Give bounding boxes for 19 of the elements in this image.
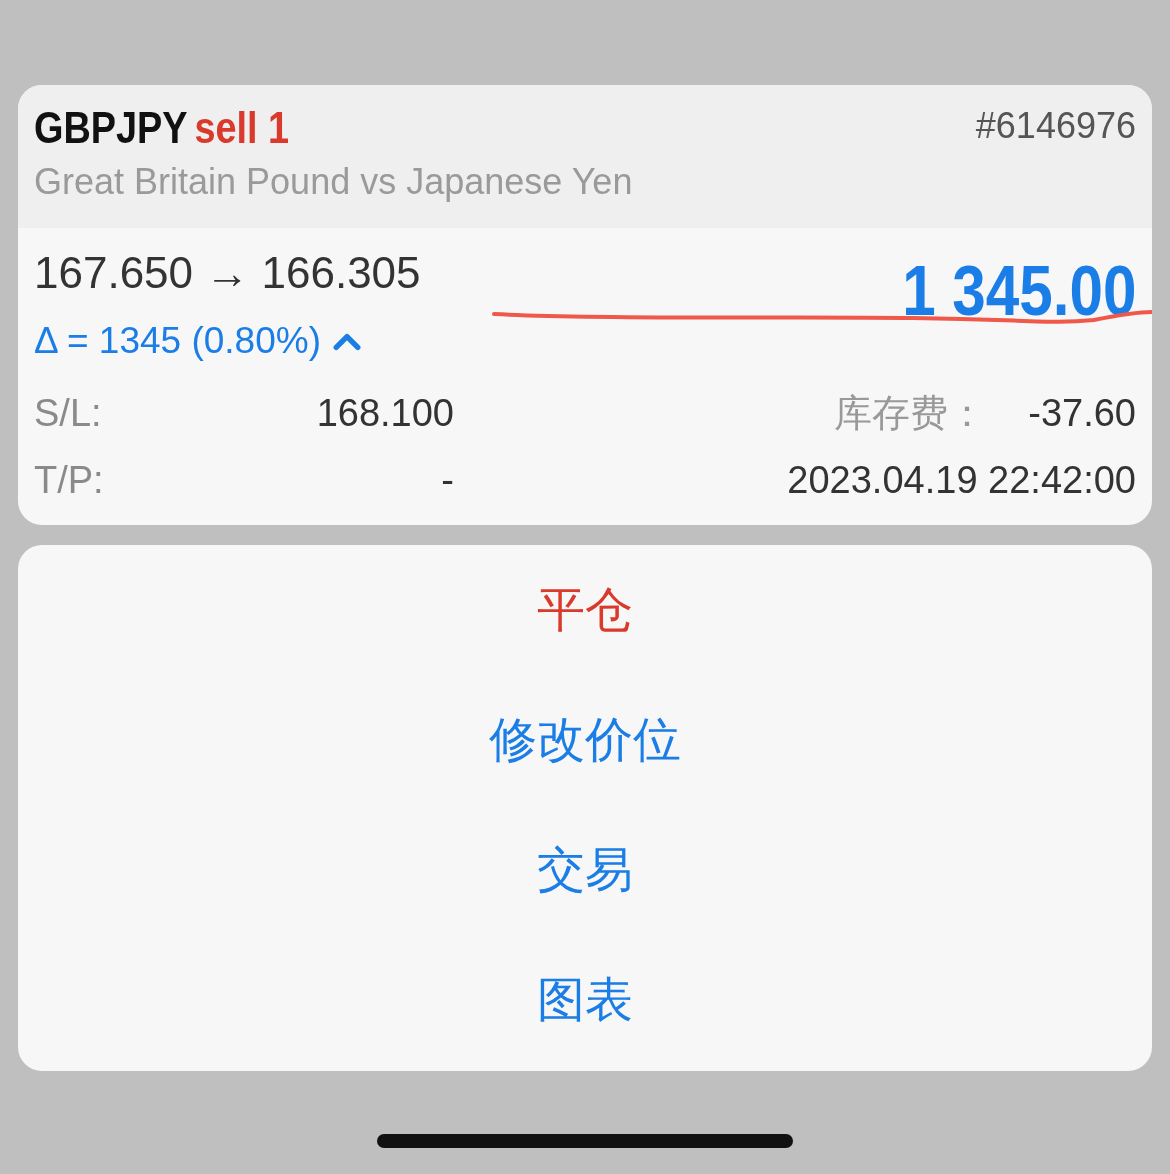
open-close-prices: 167.650 → 166.305 [34,248,421,298]
action-button[interactable]: 平仓 [517,568,653,652]
action-button[interactable]: 交易 [517,828,653,912]
action-button[interactable]: 图表 [517,958,653,1042]
order-side: sell 1 [194,103,290,153]
field-value: - [440,459,454,502]
symbol-description: Great Britain Pound vs Japanese Yen [34,161,634,203]
symbol: GBPJPY [34,103,188,153]
swap-value: -37.60 [1027,392,1136,435]
field-label: S/L: [34,392,103,435]
action-button[interactable]: 修改价位 [469,698,701,782]
swap-label: 库存费： [833,391,986,436]
profit-value: 1 345.00 [901,256,1136,326]
price-delta: Δ = 1345 (0.80%) [34,320,321,362]
field-label: T/P: [34,459,105,502]
field-value: 168.100 [315,392,454,435]
open-time: 2023.04.19 22:42:00 [786,459,1136,502]
chevron-up-icon [333,331,361,351]
ticket-number: #6146976 [975,105,1136,147]
